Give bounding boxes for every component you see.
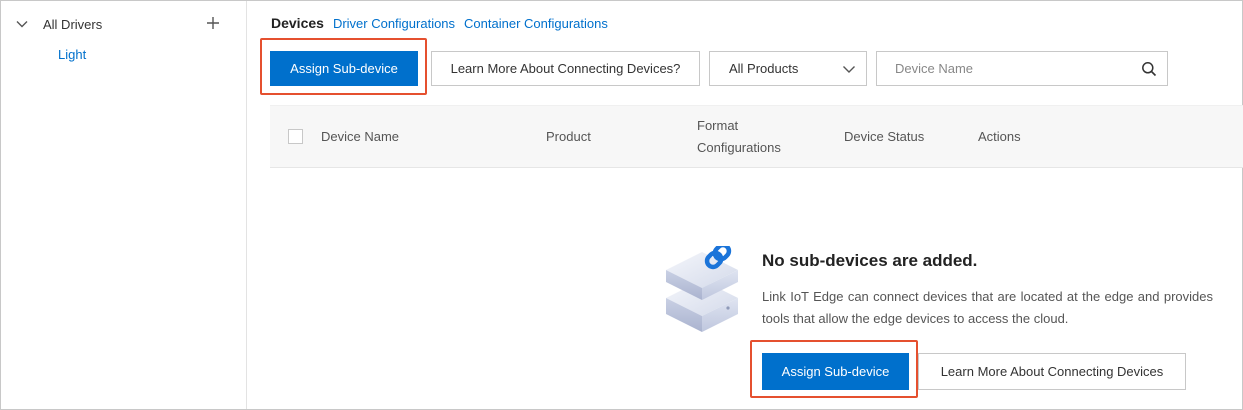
column-device-name[interactable]: Device Name [321, 126, 399, 148]
device-table-header: Device Name Product Format Configuration… [270, 105, 1243, 168]
column-format-configurations[interactable]: Format Configurations [697, 115, 781, 159]
device-name-search-input[interactable] [877, 52, 1127, 85]
select-all-checkbox[interactable] [288, 129, 303, 144]
tree-item-light[interactable]: Light [58, 47, 86, 62]
empty-state-description: Link IoT Edge can connect devices that a… [762, 289, 1213, 326]
chevron-down-icon [842, 62, 856, 76]
empty-learn-more-button[interactable]: Learn More About Connecting Devices [918, 353, 1186, 390]
tab-devices[interactable]: Devices [271, 15, 324, 31]
tab-driver-configurations[interactable]: Driver Configurations [333, 16, 455, 31]
empty-assign-sub-device-button[interactable]: Assign Sub-device [762, 353, 909, 390]
product-select-value: All Products [729, 61, 799, 76]
empty-state-title: No sub-devices are added. [762, 251, 978, 270]
tree-root-label: All Drivers [43, 16, 103, 32]
device-search [876, 51, 1168, 86]
chevron-down-icon[interactable] [15, 17, 29, 31]
driver-sidebar: All Drivers Light [1, 1, 247, 409]
search-icon[interactable] [1141, 61, 1157, 77]
tab-bar: Devices Driver Configurations Container … [271, 15, 608, 31]
add-driver-icon[interactable] [203, 13, 223, 33]
product-select[interactable]: All Products [709, 51, 867, 86]
cube-link-illustration [662, 242, 748, 336]
learn-more-button[interactable]: Learn More About Connecting Devices? [431, 51, 700, 86]
assign-sub-device-button[interactable]: Assign Sub-device [270, 51, 418, 86]
column-product[interactable]: Product [546, 126, 591, 148]
column-actions: Actions [978, 129, 1021, 144]
tree-root-all-drivers[interactable]: All Drivers [15, 13, 102, 35]
tab-container-configurations[interactable]: Container Configurations [464, 16, 608, 31]
column-device-status[interactable]: Device Status [844, 126, 924, 148]
